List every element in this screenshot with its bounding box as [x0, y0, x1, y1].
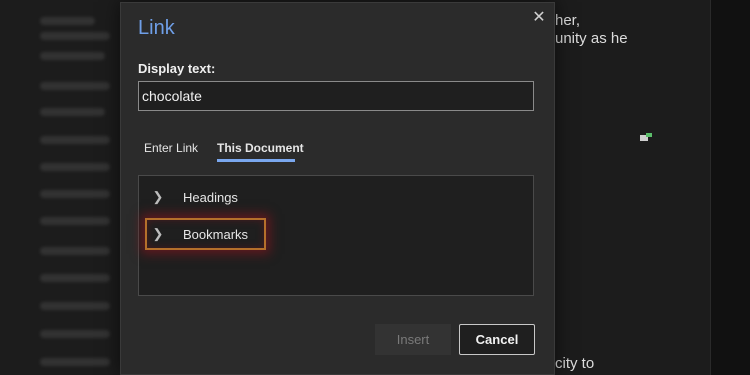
tree-item-headings[interactable]: ❯ Headings	[151, 183, 238, 211]
tab-enter-link[interactable]: Enter Link	[144, 141, 198, 155]
document-text: city to	[555, 355, 595, 372]
blurred-text-line	[40, 52, 105, 60]
document-text: unity as he	[555, 30, 628, 47]
blurred-text-line	[40, 136, 110, 144]
blurred-text-line	[40, 82, 110, 90]
comment-marker-icon[interactable]	[640, 133, 652, 143]
blurred-text-line	[40, 247, 110, 255]
document-tree: ❯ Headings ❯ Bookmarks	[138, 175, 534, 296]
blurred-text-line	[40, 17, 95, 25]
blurred-text-line	[40, 302, 110, 310]
blurred-text-line	[40, 108, 105, 116]
insert-button[interactable]: Insert	[375, 324, 451, 355]
blurred-text-line	[40, 274, 110, 282]
document-margin-bar	[710, 0, 750, 375]
blurred-text-line	[40, 163, 110, 171]
tree-item-label: Bookmarks	[183, 226, 249, 242]
display-text-input[interactable]	[138, 81, 534, 111]
selected-tab-indicator	[217, 159, 295, 162]
close-icon[interactable]: ✕	[530, 9, 548, 27]
tree-item-bookmarks[interactable]: ❯ Bookmarks	[151, 220, 248, 248]
blurred-text-line	[40, 330, 110, 338]
tree-item-label: Headings	[183, 189, 238, 205]
display-text-label: Display text:	[138, 61, 216, 76]
blurred-text-line	[40, 358, 110, 366]
blurred-text-line	[40, 190, 110, 198]
dialog-title: Link	[138, 17, 175, 39]
document-text: her,	[555, 12, 581, 29]
chevron-right-icon[interactable]: ❯	[151, 226, 165, 242]
chevron-right-icon[interactable]: ❯	[151, 189, 165, 205]
blurred-text-line	[40, 217, 110, 225]
cancel-button[interactable]: Cancel	[459, 324, 535, 355]
blurred-text-line	[40, 32, 110, 40]
tab-this-document[interactable]: This Document	[217, 141, 304, 155]
link-dialog: Link ✕ Display text: Enter Link This Doc…	[120, 2, 555, 375]
